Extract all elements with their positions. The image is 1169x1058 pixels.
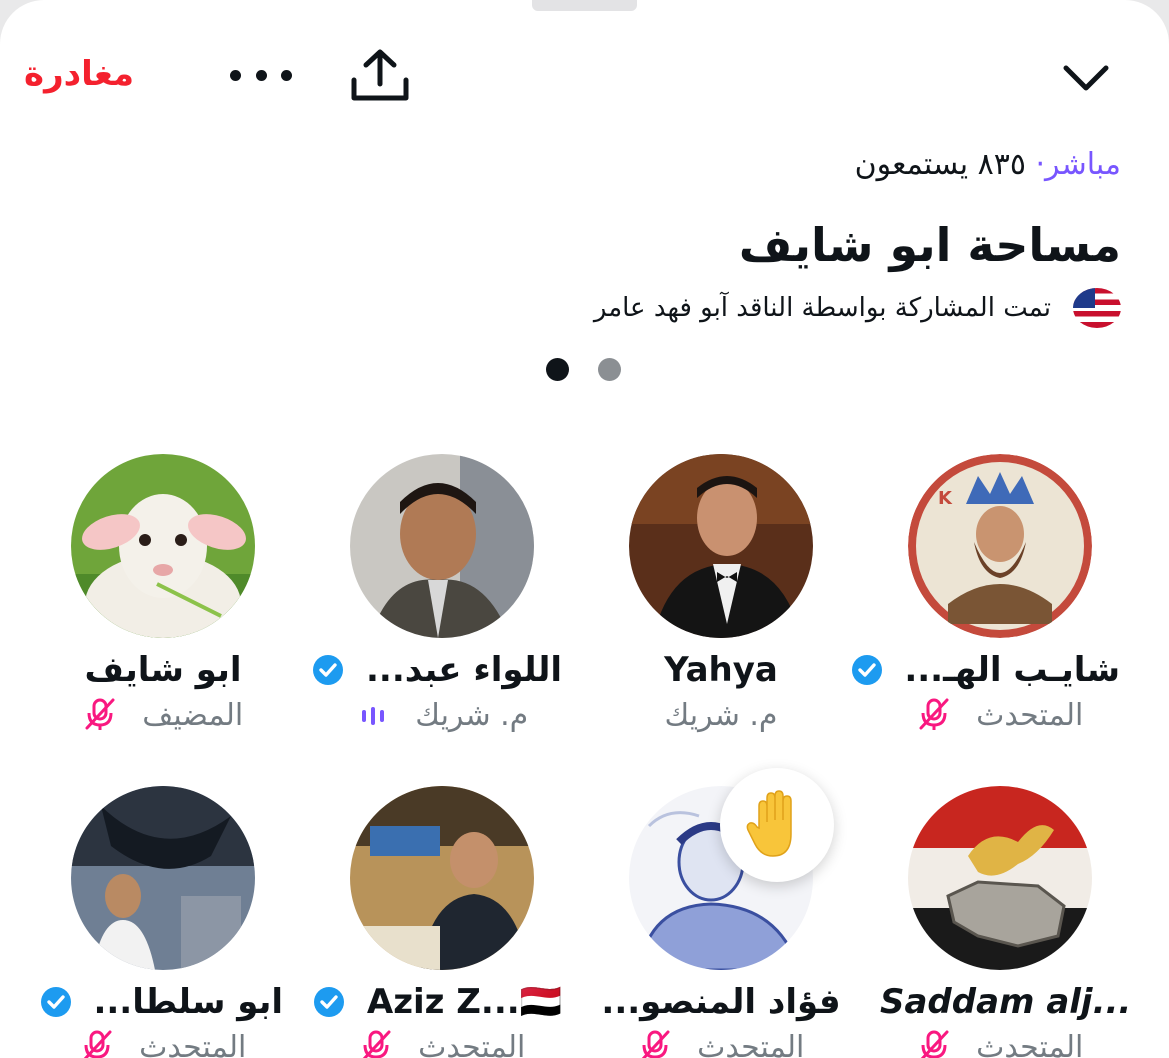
verified-badge-icon xyxy=(312,651,344,699)
shared-by-line[interactable]: تمت المشاركة بواسطة الناقد آبو فهد عامر xyxy=(594,288,1121,328)
participant-name: اللواء عبد... xyxy=(313,646,562,699)
participant-card[interactable]: ابو سلطا... المتحدث xyxy=(40,786,283,1058)
mic-off-icon xyxy=(80,1029,114,1058)
share-button[interactable] xyxy=(348,46,412,106)
more-horizontal-icon xyxy=(230,69,241,81)
participant-name: شايـب الهـ... xyxy=(851,646,1120,699)
participant-card[interactable]: Yahya م. شريك xyxy=(601,454,841,754)
participant-role: المتحدث xyxy=(601,1026,841,1058)
avatar[interactable] xyxy=(629,454,813,638)
leave-button[interactable]: مغادرة xyxy=(24,52,134,96)
mic-off-icon xyxy=(917,697,951,744)
mic-off-icon xyxy=(638,1029,672,1058)
participant-role: المتحدث xyxy=(43,1026,283,1058)
listener-count: ٨٣٥ يستمعون xyxy=(854,147,1026,182)
us-flag-icon xyxy=(1073,288,1121,328)
participant-card[interactable]: ابو شايف المضيف xyxy=(43,454,283,754)
participant-role: م. شريك xyxy=(664,698,778,733)
verified-badge-icon xyxy=(313,983,345,1031)
participant-name: ابو شايف xyxy=(84,650,242,690)
participant-role: م. شريك xyxy=(322,694,562,744)
avatar[interactable] xyxy=(908,786,1092,970)
status-separator: · xyxy=(1035,147,1046,182)
mic-off-icon xyxy=(83,697,117,744)
avatar[interactable] xyxy=(350,454,534,638)
collapse-button[interactable] xyxy=(1058,56,1114,100)
space-title: مساحة ابو شايف xyxy=(738,218,1121,272)
participant-name: Yahya xyxy=(664,650,778,690)
participant-role: المضيف xyxy=(43,694,283,744)
more-options-button[interactable] xyxy=(230,58,292,92)
participant-name: فؤاد المنصو... xyxy=(601,982,841,1022)
participant-card[interactable]: اللواء عبد... م. شريك xyxy=(313,454,562,754)
share-icon xyxy=(351,49,409,101)
mic-off-icon xyxy=(359,1029,393,1058)
live-label: مباشر xyxy=(1045,147,1121,182)
shared-by-text: تمت المشاركة بواسطة الناقد آبو فهد عامر xyxy=(593,293,1051,323)
svg-text:K: K xyxy=(938,488,953,509)
page-indicator[interactable] xyxy=(546,358,626,382)
page-dot-active[interactable] xyxy=(546,358,569,381)
verified-badge-icon xyxy=(851,651,883,699)
space-sheet: مغادرة مباشر· ٨٣٥ يستمعون مساحة ابو شايف… xyxy=(0,0,1169,1058)
avatar[interactable] xyxy=(71,454,255,638)
participant-role: المتحدث xyxy=(322,1026,562,1058)
participant-card[interactable]: Aziz Z...🇾🇪 المتحدث xyxy=(314,786,562,1058)
participant-name: Saddam alj... xyxy=(880,982,1132,1022)
participant-role: المتحدث xyxy=(880,694,1120,744)
sheet-grabber[interactable] xyxy=(532,0,637,11)
participant-card[interactable]: K شايـب الهـ... المتحدث xyxy=(851,454,1120,754)
raised-hand-icon xyxy=(720,768,834,882)
page-dot[interactable] xyxy=(598,358,621,381)
avatar[interactable] xyxy=(350,786,534,970)
participant-name: Aziz Z...🇾🇪 xyxy=(314,978,562,1031)
speaking-bars-icon xyxy=(356,700,390,744)
mic-off-icon xyxy=(917,1029,951,1058)
chevron-down-icon xyxy=(1063,65,1109,91)
space-status: مباشر· ٨٣٥ يستمعون xyxy=(855,145,1121,185)
avatar[interactable]: K xyxy=(908,454,1092,638)
avatar[interactable] xyxy=(71,786,255,970)
verified-badge-icon xyxy=(40,983,72,1031)
participant-card[interactable]: Saddam alj... المتحدث xyxy=(880,786,1132,1058)
participant-name: ابو سلطا... xyxy=(40,978,283,1031)
participant-role: المتحدث xyxy=(880,1026,1120,1058)
